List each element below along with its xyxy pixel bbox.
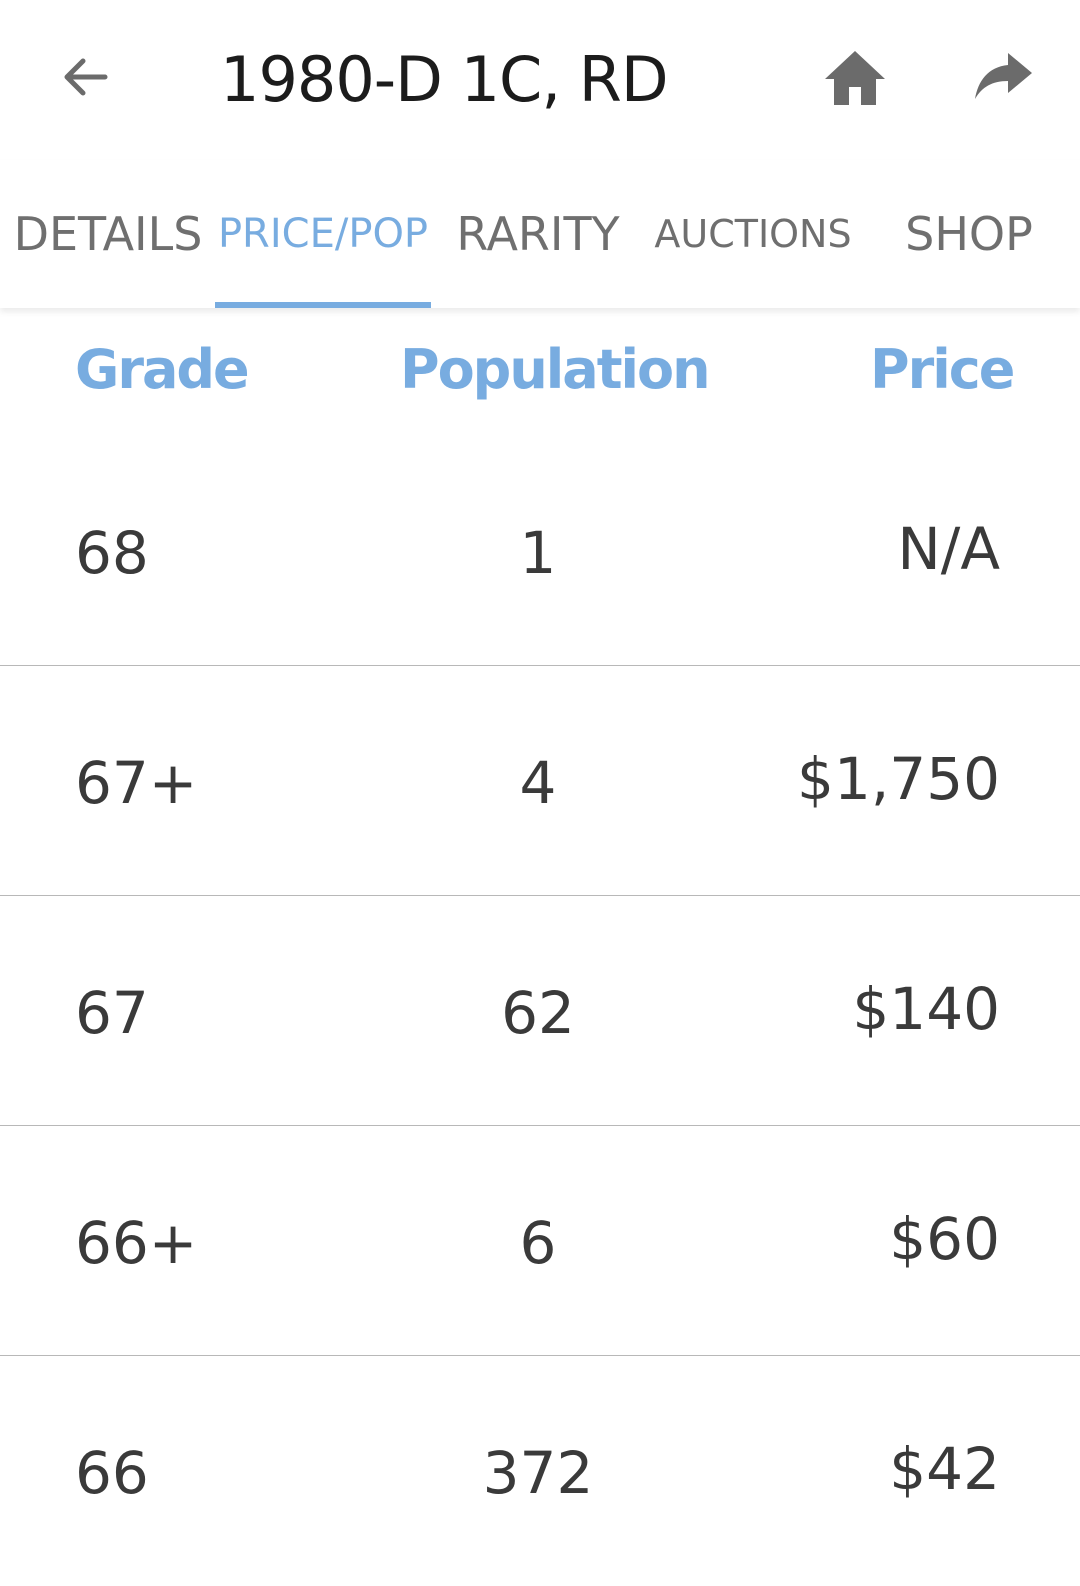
share-icon [975, 53, 1032, 99]
price-cell: N/A [897, 515, 1000, 583]
share-button[interactable] [968, 42, 1038, 112]
table-row[interactable]: 67 62 $140 [0, 896, 1080, 1126]
column-header-population: Population [400, 338, 711, 401]
home-button[interactable] [820, 42, 890, 112]
top-app-bar: 1980-D 1C, RD [0, 0, 1080, 160]
table-row[interactable]: 66+ 6 $60 [0, 1126, 1080, 1356]
table-row[interactable]: 66 372 $42 [0, 1356, 1080, 1586]
tab-rarity[interactable]: RARITY [452, 160, 624, 308]
column-header-grade: Grade [75, 338, 250, 401]
table-header: Grade Population Price [0, 316, 1080, 436]
tab-auctions[interactable]: AUCTIONS [648, 160, 858, 308]
price-cell: $140 [852, 975, 1000, 1043]
home-icon [825, 51, 885, 105]
tab-bar: DETAILS PRICE/POP RARITY AUCTIONS SHOP [0, 160, 1080, 308]
back-button[interactable] [52, 44, 118, 110]
tab-shop[interactable]: SHOP [900, 160, 1038, 308]
price-pop-table: 68 1 N/A 67+ 4 $1,750 67 62 $140 66+ 6 $… [0, 436, 1080, 1586]
table-row[interactable]: 67+ 4 $1,750 [0, 666, 1080, 896]
tab-details[interactable]: DETAILS [10, 160, 206, 308]
tab-price-pop[interactable]: PRICE/POP [215, 160, 431, 308]
page-title: 1980-D 1C, RD [220, 43, 669, 116]
column-header-price: Price [870, 338, 1015, 401]
arrow-left-icon [64, 58, 108, 96]
price-cell: $1,750 [797, 745, 1000, 813]
price-cell: $60 [889, 1205, 1000, 1273]
active-tab-indicator [215, 302, 431, 308]
table-row[interactable]: 68 1 N/A [0, 436, 1080, 666]
price-cell: $42 [889, 1435, 1000, 1503]
